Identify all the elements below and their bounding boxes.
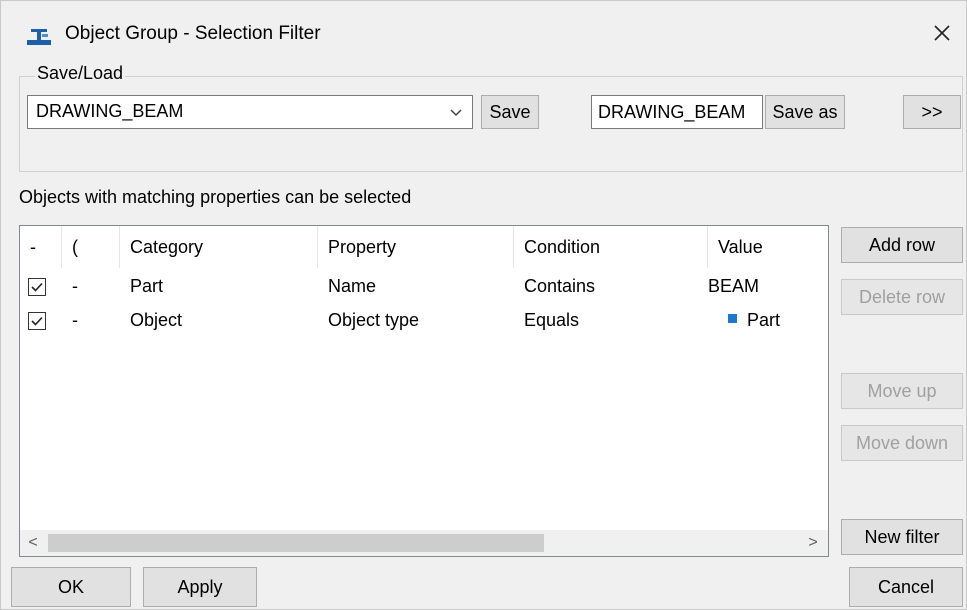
column-header-property[interactable]: Property bbox=[318, 226, 514, 268]
title-bar: Object Group - Selection Filter bbox=[1, 1, 967, 63]
horizontal-scrollbar[interactable]: < > bbox=[20, 530, 828, 556]
new-filter-button[interactable]: New filter bbox=[841, 519, 963, 555]
checkmark-icon bbox=[31, 282, 43, 292]
save-as-field[interactable] bbox=[591, 95, 763, 129]
row-value: BEAM bbox=[708, 276, 760, 296]
column-header-condition[interactable]: Condition bbox=[514, 226, 708, 268]
app-icon bbox=[27, 29, 51, 45]
save-as-button[interactable]: Save as bbox=[765, 95, 845, 129]
scroll-right-button[interactable]: > bbox=[802, 532, 824, 554]
table-row[interactable]: - Part Name Contains BEAM bbox=[20, 274, 828, 302]
close-button[interactable] bbox=[922, 13, 962, 53]
close-icon bbox=[934, 25, 950, 41]
save-load-legend: Save/Load bbox=[35, 63, 126, 84]
settings-combobox[interactable]: DRAWING_BEAM bbox=[27, 95, 473, 129]
scroll-left-button[interactable]: < bbox=[22, 532, 44, 554]
selection-filter-dialog: Object Group - Selection Filter Save/Loa… bbox=[0, 0, 967, 610]
save-as-input[interactable] bbox=[592, 96, 762, 128]
row-enabled-checkbox[interactable] bbox=[28, 312, 46, 330]
column-header-category[interactable]: Category bbox=[120, 226, 318, 268]
window-title: Object Group - Selection Filter bbox=[65, 23, 321, 44]
chevron-down-icon bbox=[450, 109, 462, 117]
column-header-value[interactable]: Value bbox=[708, 226, 828, 268]
row-condition: Equals bbox=[524, 310, 580, 330]
cancel-button[interactable]: Cancel bbox=[849, 567, 963, 607]
filter-rows-table[interactable]: - ( Category Property Condition Value - … bbox=[19, 225, 829, 557]
apply-button[interactable]: Apply bbox=[143, 567, 257, 607]
add-row-button[interactable]: Add row bbox=[841, 227, 963, 263]
row-parenthesis: - bbox=[72, 276, 78, 296]
scrollbar-thumb[interactable] bbox=[48, 534, 544, 552]
column-header-and-or[interactable]: - bbox=[20, 226, 62, 268]
move-down-button[interactable]: Move down bbox=[841, 425, 963, 461]
save-button[interactable]: Save bbox=[481, 95, 539, 129]
row-enabled-checkbox[interactable] bbox=[28, 278, 46, 296]
blue-square-icon bbox=[728, 314, 737, 323]
row-value: Part bbox=[747, 310, 781, 330]
table-row[interactable]: - Object Object type Equals Part bbox=[20, 308, 828, 336]
row-parenthesis: - bbox=[72, 310, 78, 330]
checkmark-icon bbox=[31, 316, 43, 326]
row-condition: Contains bbox=[524, 276, 596, 296]
row-category: Object bbox=[130, 310, 183, 330]
column-header-parenthesis[interactable]: ( bbox=[62, 226, 120, 268]
row-value-wrapper: Part bbox=[728, 310, 780, 331]
combobox-value: DRAWING_BEAM bbox=[36, 101, 184, 121]
delete-row-button[interactable]: Delete row bbox=[841, 279, 963, 315]
row-property: Name bbox=[328, 276, 377, 296]
row-category: Part bbox=[130, 276, 164, 296]
move-up-button[interactable]: Move up bbox=[841, 373, 963, 409]
filter-description: Objects with matching properties can be … bbox=[19, 187, 412, 207]
row-property: Object type bbox=[328, 310, 420, 330]
expand-button[interactable]: >> bbox=[903, 95, 961, 129]
ok-button[interactable]: OK bbox=[11, 567, 131, 607]
